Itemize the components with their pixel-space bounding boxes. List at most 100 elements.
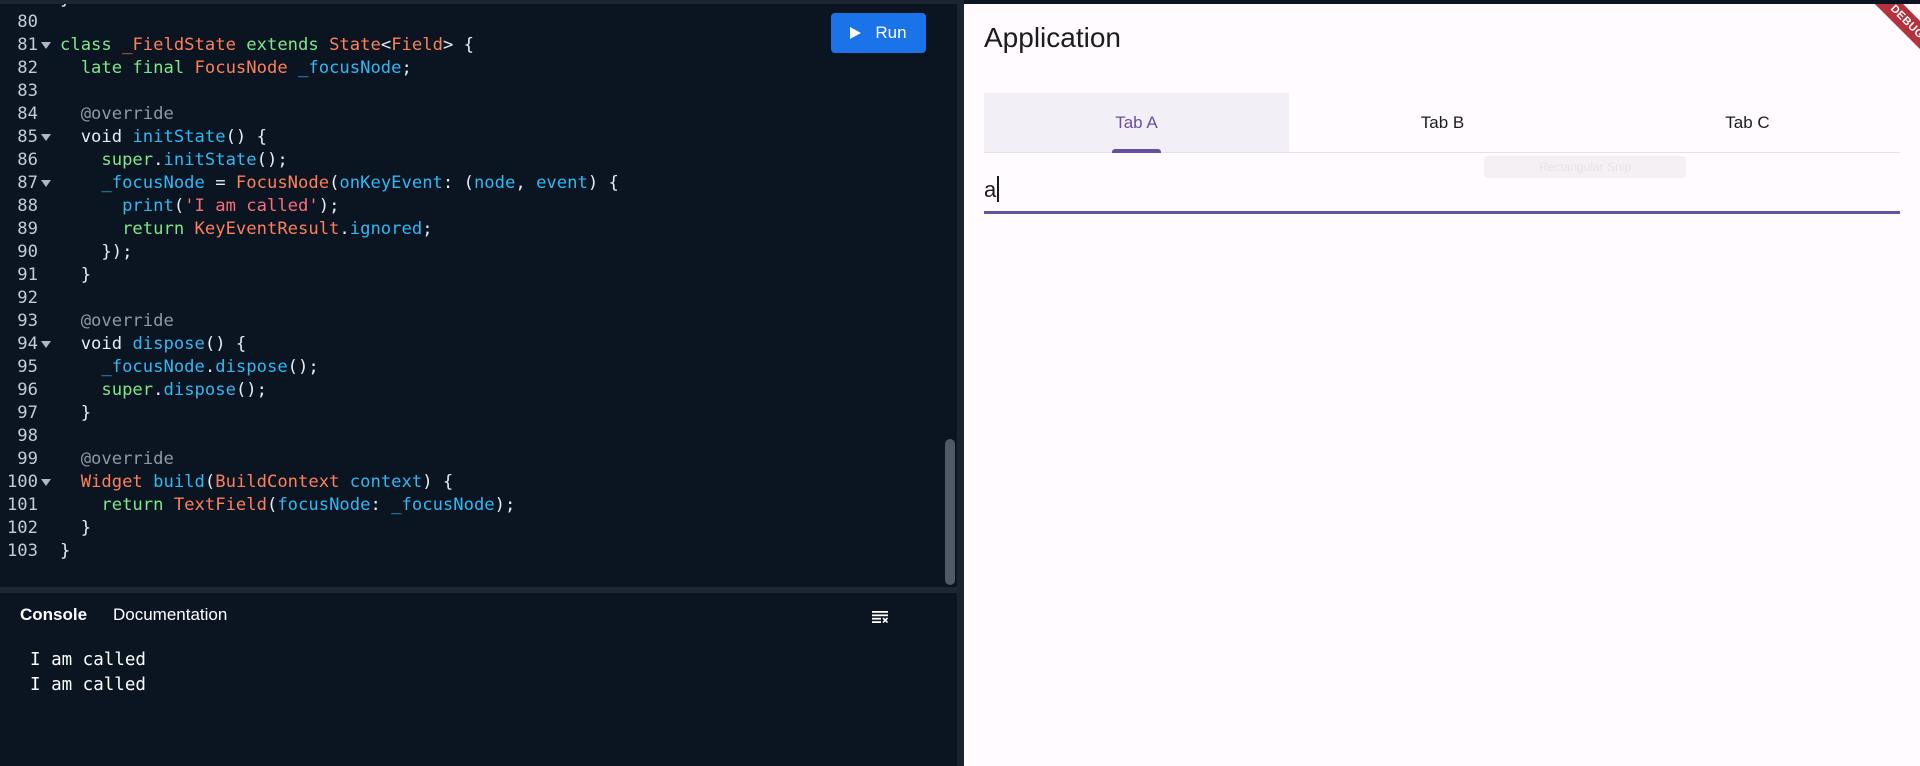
- text-field-text: a: [984, 177, 997, 202]
- editor-pane: 79}8081class _FieldState extends State<F…: [0, 0, 962, 766]
- line-number: 79: [0, 4, 38, 11]
- code-token: TextField: [173, 495, 267, 515]
- tab-b[interactable]: Tab B: [1290, 93, 1595, 152]
- tab-indicator: [1112, 149, 1161, 153]
- line-number: 92: [17, 288, 38, 308]
- fold-toggle-icon[interactable]: [41, 180, 51, 187]
- code-token: onKeyEvent: [339, 173, 443, 193]
- code-token: Widget: [60, 472, 154, 492]
- line-number: 82: [17, 58, 38, 78]
- console-output: I am called I am called: [30, 648, 146, 698]
- code-token: :: [370, 495, 392, 515]
- line-number: 98: [17, 426, 38, 446]
- code-token: .: [153, 380, 164, 400]
- code-token: class: [60, 35, 123, 55]
- code-token: ,: [515, 173, 537, 193]
- code-text: return KeyEventResult.ignored;: [60, 218, 432, 241]
- console-line: I am called: [30, 650, 146, 670]
- code-token: late final: [60, 58, 195, 78]
- pane-divider[interactable]: [957, 0, 964, 766]
- line-number: 97: [17, 403, 38, 423]
- code-text: });: [60, 241, 132, 264]
- clear-console-icon[interactable]: [872, 611, 888, 623]
- code-token: _FieldState: [122, 35, 247, 55]
- line-number: 80: [17, 12, 38, 32]
- debug-banner: DEBUG: [1861, 4, 1920, 68]
- code-token: ignored: [349, 219, 423, 239]
- line-number: 94: [17, 334, 38, 354]
- code-token: _focusNode: [391, 495, 495, 515]
- line-number: 84: [17, 104, 38, 124]
- code-token: super: [60, 150, 154, 170]
- code-token: ();: [235, 380, 267, 400]
- code-token: ();: [256, 150, 288, 170]
- line-number: 89: [17, 219, 38, 239]
- line-number: 103: [6, 541, 38, 561]
- code-token: @override: [60, 311, 174, 331]
- line-number: 87: [17, 173, 38, 193]
- line-number: 88: [17, 196, 38, 216]
- code-token: _focusNode: [60, 173, 205, 193]
- code-token: ;: [401, 58, 412, 78]
- code-token: @override: [60, 449, 174, 469]
- code-token: ) {: [422, 472, 454, 492]
- code-token: );: [318, 196, 340, 216]
- code-token: print: [60, 196, 174, 216]
- code-token: _focusNode: [298, 58, 402, 78]
- code-token: return: [60, 495, 174, 515]
- line-number: 101: [6, 495, 38, 515]
- code-token: focusNode: [277, 495, 371, 515]
- code-token: BuildContext: [215, 472, 350, 492]
- tab-c[interactable]: Tab C: [1595, 93, 1900, 152]
- code-token: }: [60, 265, 92, 285]
- fold-toggle-icon[interactable]: [41, 42, 51, 49]
- tab-label: Tab B: [1420, 112, 1465, 132]
- line-number: 96: [17, 380, 38, 400]
- code-text: @override: [60, 310, 174, 333]
- code-token: Field: [391, 35, 443, 55]
- code-token: FocusNode: [194, 58, 299, 78]
- code-token: State: [329, 35, 381, 55]
- code-text: }: [60, 540, 70, 563]
- tab-a[interactable]: Tab A: [984, 93, 1289, 153]
- line-number: 99: [17, 449, 38, 469]
- app-preview: Application Tab A Tab B Tab C Rectangula…: [964, 4, 1920, 766]
- line-number: 100: [6, 472, 38, 492]
- line-number: 83: [17, 81, 38, 101]
- code-text: class _FieldState extends State<Field> {: [60, 34, 474, 57]
- console-line: I am called: [30, 675, 146, 695]
- code-token: }: [60, 518, 92, 538]
- code-token: () {: [204, 334, 247, 354]
- code-token: }: [60, 541, 71, 561]
- code-token: (: [329, 173, 340, 193]
- code-text: }: [60, 517, 91, 540]
- code-text: @override: [60, 448, 174, 471]
- code-token: dispose: [132, 334, 205, 354]
- code-token: <: [380, 35, 392, 55]
- line-number: 90: [17, 242, 38, 262]
- fold-toggle-icon[interactable]: [41, 134, 51, 141]
- play-icon: [850, 27, 862, 39]
- tab-documentation[interactable]: Documentation: [113, 605, 227, 625]
- editor-scrollbar[interactable]: [945, 439, 955, 585]
- app-bar-title: Application: [984, 22, 1121, 53]
- tab-console[interactable]: Console: [20, 605, 87, 625]
- code-token: initState: [132, 127, 226, 147]
- code-token: }: [60, 403, 92, 423]
- run-button[interactable]: Run: [831, 13, 926, 53]
- fold-toggle-icon[interactable]: [41, 479, 51, 486]
- code-token: (: [266, 495, 278, 515]
- code-token: return: [60, 219, 195, 239]
- tab-label: Tab C: [1725, 112, 1770, 132]
- code-text: }: [60, 402, 91, 425]
- text-field[interactable]: a: [984, 164, 1900, 214]
- line-number: 102: [6, 518, 38, 538]
- fold-toggle-icon[interactable]: [41, 341, 51, 348]
- line-number: 91: [17, 265, 38, 285]
- code-token: }: [60, 4, 70, 9]
- code-token: =: [204, 173, 236, 193]
- code-editor[interactable]: 79}8081class _FieldState extends State<F…: [0, 4, 946, 587]
- tab-bar: Tab A Tab B Tab C: [984, 93, 1900, 153]
- console-tabs: Console Documentation: [0, 593, 962, 637]
- text-cursor: [997, 176, 1000, 202]
